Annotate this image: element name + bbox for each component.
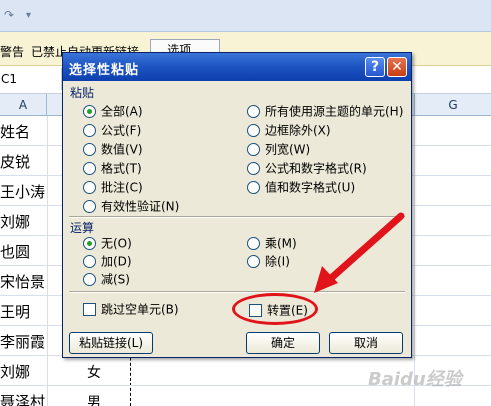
annotation-arrow-icon	[314, 212, 405, 293]
watermark: Baidu经验	[368, 369, 462, 390]
